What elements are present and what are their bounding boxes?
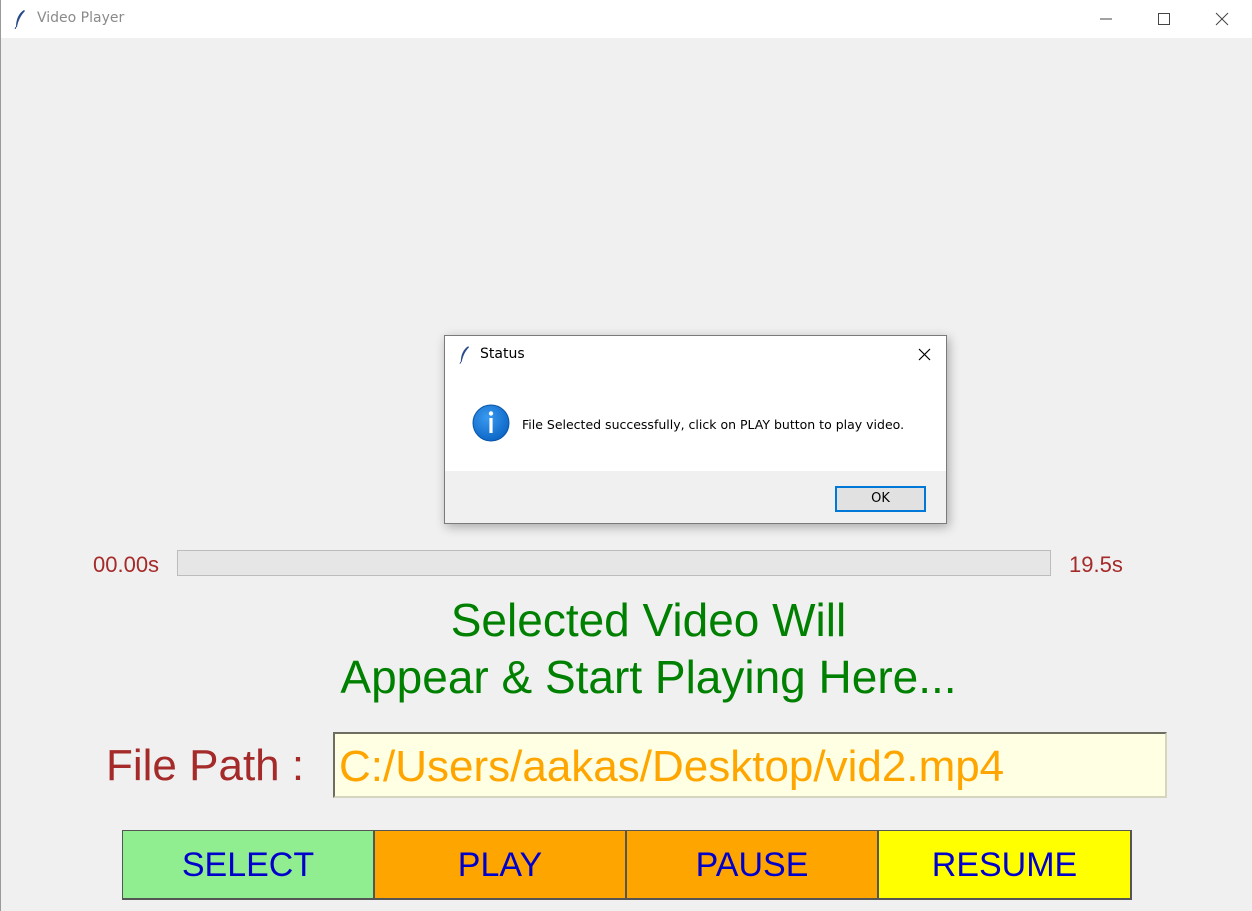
select-button[interactable]: SELECT [122, 830, 375, 900]
dialog-message: File Selected successfully, click on PLA… [522, 417, 905, 432]
dialog-title: Status [480, 346, 525, 362]
close-icon [918, 348, 931, 361]
maximize-button[interactable] [1135, 0, 1193, 38]
play-button[interactable]: PLAY [374, 830, 627, 900]
title-bar[interactable]: Video Player [1, 0, 1252, 38]
maximize-icon [1158, 13, 1170, 25]
ok-button[interactable]: OK [835, 486, 926, 512]
dialog-close-button[interactable] [907, 342, 941, 368]
info-icon [472, 404, 510, 442]
minimize-button[interactable] [1077, 0, 1135, 38]
video-display-area: Selected Video Will Appear & Start Playi… [1, 592, 1252, 706]
elapsed-time: 00.00s [93, 552, 160, 577]
minimize-icon [1100, 18, 1112, 20]
window-title: Video Player [37, 10, 125, 26]
pause-button[interactable]: PAUSE [626, 830, 879, 900]
file-path-label: File Path : [106, 741, 305, 790]
status-dialog: Status File Selected successfully, click… [444, 335, 947, 524]
dialog-feather-icon [459, 346, 470, 364]
close-button[interactable] [1193, 0, 1251, 38]
placeholder-line-2: Appear & Start Playing Here... [340, 651, 957, 703]
total-duration: 19.5s [1069, 552, 1123, 577]
app-feather-icon [14, 10, 25, 29]
resume-button[interactable]: RESUME [878, 830, 1132, 900]
close-icon [1215, 12, 1229, 26]
dialog-footer: OK [445, 471, 946, 523]
video-progress-bar[interactable] [177, 550, 1051, 576]
file-path-input[interactable] [333, 732, 1167, 798]
placeholder-line-1: Selected Video Will [450, 594, 847, 646]
